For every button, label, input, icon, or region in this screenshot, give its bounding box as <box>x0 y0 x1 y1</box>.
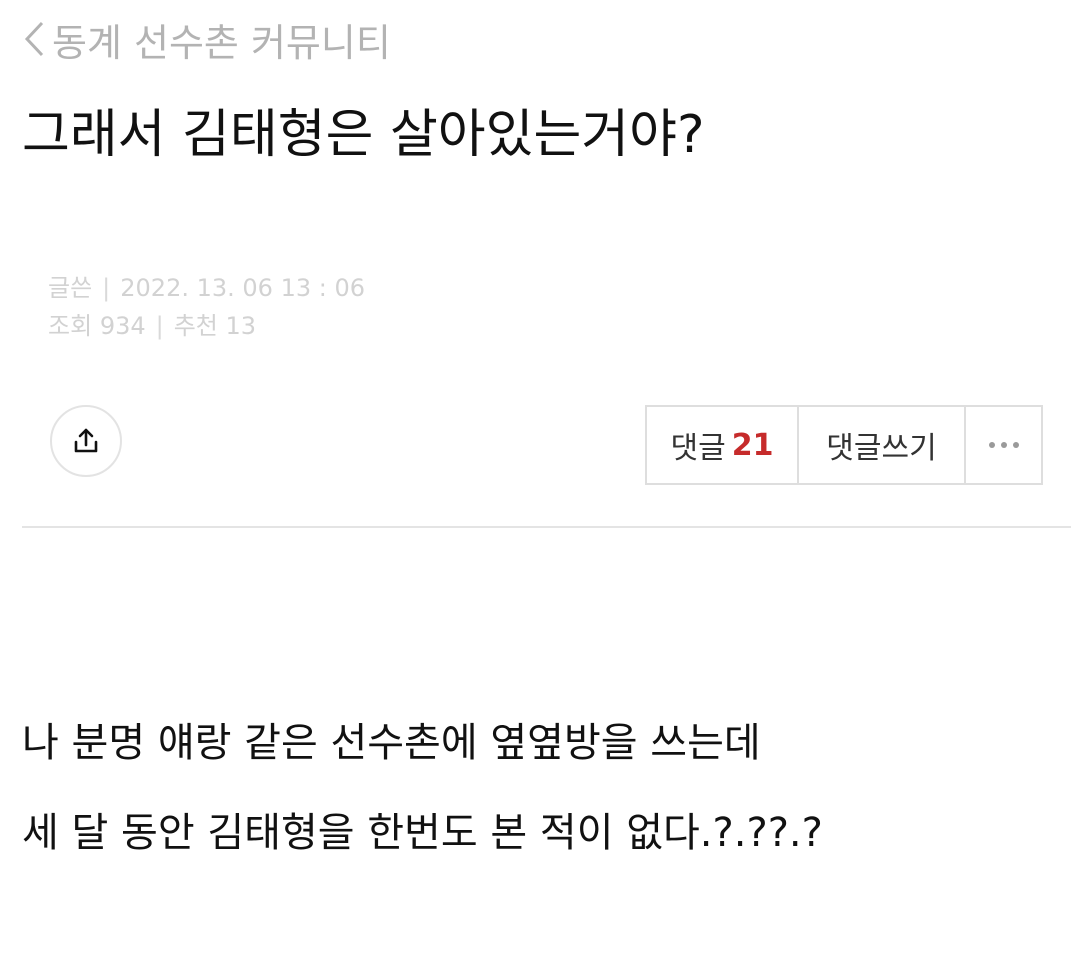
post-date: 2022. 13. 06 13 : 06 <box>120 274 365 302</box>
share-icon <box>74 428 98 453</box>
comments-count: 21 <box>731 427 774 463</box>
post-body-line: 나 분명 얘랑 같은 선수촌에 옆옆방을 쓰는데 <box>22 720 761 766</box>
recommend-count: 13 <box>225 312 257 340</box>
more-horizontal-icon <box>988 442 1019 448</box>
chevron-left-icon <box>24 21 44 57</box>
post-meta-stats: 조회 934 | 추천 13 <box>48 306 256 341</box>
comments-label: 댓글 <box>670 431 726 466</box>
meta-separator: | <box>155 312 164 340</box>
comments-button[interactable]: 댓글 21 <box>647 407 799 483</box>
post-meta-author-date: 글쓴 | 2022. 13. 06 13 : 06 <box>48 268 365 303</box>
post-title: 그래서 김태형은 살아있는거야? <box>22 105 705 165</box>
post-action-group: 댓글 21 댓글쓰기 <box>645 405 1043 485</box>
meta-separator: | <box>102 274 111 302</box>
recommend-label: 추천 <box>173 312 218 340</box>
write-comment-label: 댓글쓰기 <box>826 431 937 466</box>
share-button[interactable] <box>50 405 122 477</box>
views-label: 조회 <box>48 312 93 340</box>
back-nav[interactable]: 동계 선수촌 커뮤니티 <box>22 14 391 65</box>
views-count: 934 <box>99 312 146 340</box>
content-divider <box>22 526 1071 528</box>
write-comment-button[interactable]: 댓글쓰기 <box>799 407 966 483</box>
more-options-button[interactable] <box>966 407 1041 483</box>
post-body-line: 세 달 동안 김태형을 한번도 본 적이 없다.?.??.? <box>22 810 823 856</box>
back-nav-label: 동계 선수촌 커뮤니티 <box>52 20 391 65</box>
author-label: 글쓴 <box>48 274 93 302</box>
